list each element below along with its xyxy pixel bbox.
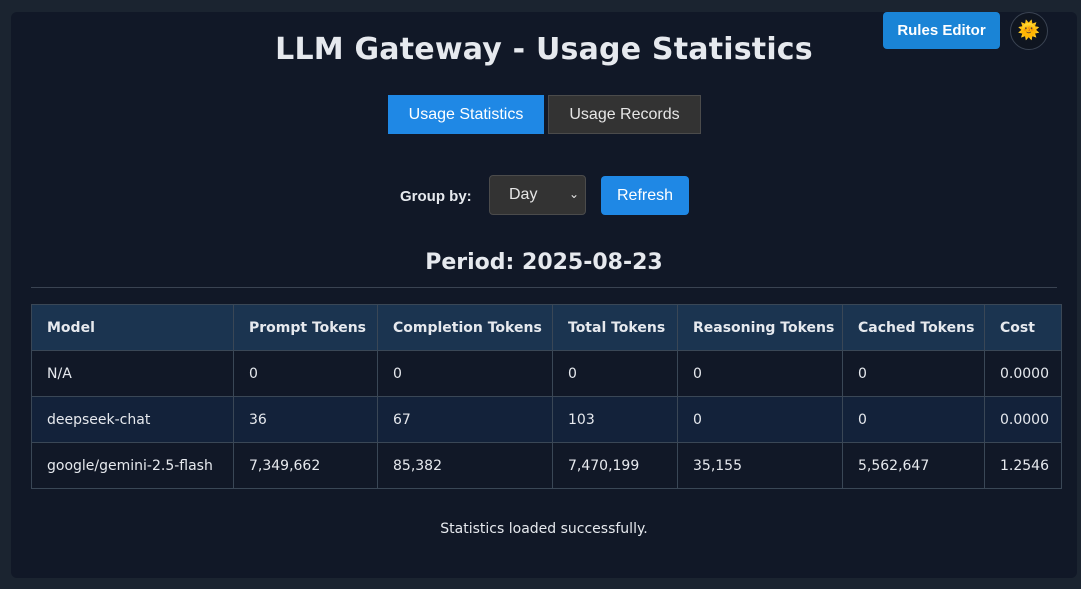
cell-cost: 0.0000	[984, 396, 1062, 443]
column-header-prompt-tokens: Prompt Tokens	[233, 304, 378, 351]
column-header-cost: Cost	[984, 304, 1062, 351]
cell-cached-tokens: 0	[842, 350, 985, 397]
period-heading: Period: 2025-08-23	[425, 250, 663, 275]
refresh-button[interactable]: Refresh	[601, 176, 689, 215]
cell-total-tokens: 0	[552, 350, 678, 397]
cell-cost: 0.0000	[984, 350, 1062, 397]
cell-total-tokens: 103	[552, 396, 678, 443]
cell-completion-tokens: 85,382	[377, 442, 553, 489]
column-header-total-tokens: Total Tokens	[552, 304, 678, 351]
cell-prompt-tokens: 7,349,662	[233, 442, 378, 489]
table-row: N/A 0 0 0 0 0 0.0000	[31, 350, 1062, 397]
usage-stats-table: Model Prompt Tokens Completion Tokens To…	[31, 304, 1062, 489]
cell-reasoning-tokens: 0	[677, 350, 843, 397]
table-row: google/gemini-2.5-flash 7,349,662 85,382…	[31, 442, 1062, 489]
status-message: Statistics loaded successfully.	[440, 521, 648, 537]
table-header-row: Model Prompt Tokens Completion Tokens To…	[31, 304, 1062, 351]
cell-total-tokens: 7,470,199	[552, 442, 678, 489]
cell-reasoning-tokens: 0	[677, 396, 843, 443]
cell-completion-tokens: 0	[377, 350, 553, 397]
divider	[31, 287, 1057, 288]
tab-usage-statistics[interactable]: Usage Statistics	[388, 95, 544, 134]
tab-usage-records[interactable]: Usage Records	[548, 95, 701, 134]
cell-model: deepseek-chat	[31, 396, 234, 443]
sun-icon: 🌞	[1017, 20, 1041, 41]
group-by-label: Group by:	[400, 188, 472, 205]
group-by-select[interactable]: Day ⌄	[489, 175, 586, 215]
column-header-model: Model	[31, 304, 234, 351]
column-header-reasoning-tokens: Reasoning Tokens	[677, 304, 843, 351]
table-row: deepseek-chat 36 67 103 0 0 0.0000	[31, 396, 1062, 443]
cell-prompt-tokens: 36	[233, 396, 378, 443]
theme-toggle-button[interactable]: 🌞	[1010, 12, 1048, 50]
cell-completion-tokens: 67	[377, 396, 553, 443]
main-card: LLM Gateway - Usage Statistics Usage Sta…	[11, 12, 1077, 578]
group-by-value: Day	[509, 186, 538, 203]
cell-cached-tokens: 0	[842, 396, 985, 443]
cell-reasoning-tokens: 35,155	[677, 442, 843, 489]
column-header-cached-tokens: Cached Tokens	[842, 304, 985, 351]
cell-prompt-tokens: 0	[233, 350, 378, 397]
cell-cached-tokens: 5,562,647	[842, 442, 985, 489]
column-header-completion-tokens: Completion Tokens	[377, 304, 553, 351]
rules-editor-button[interactable]: Rules Editor	[883, 12, 1000, 49]
cell-cost: 1.2546	[984, 442, 1062, 489]
cell-model: N/A	[31, 350, 234, 397]
cell-model: google/gemini-2.5-flash	[31, 442, 234, 489]
chevron-down-icon: ⌄	[568, 187, 579, 201]
